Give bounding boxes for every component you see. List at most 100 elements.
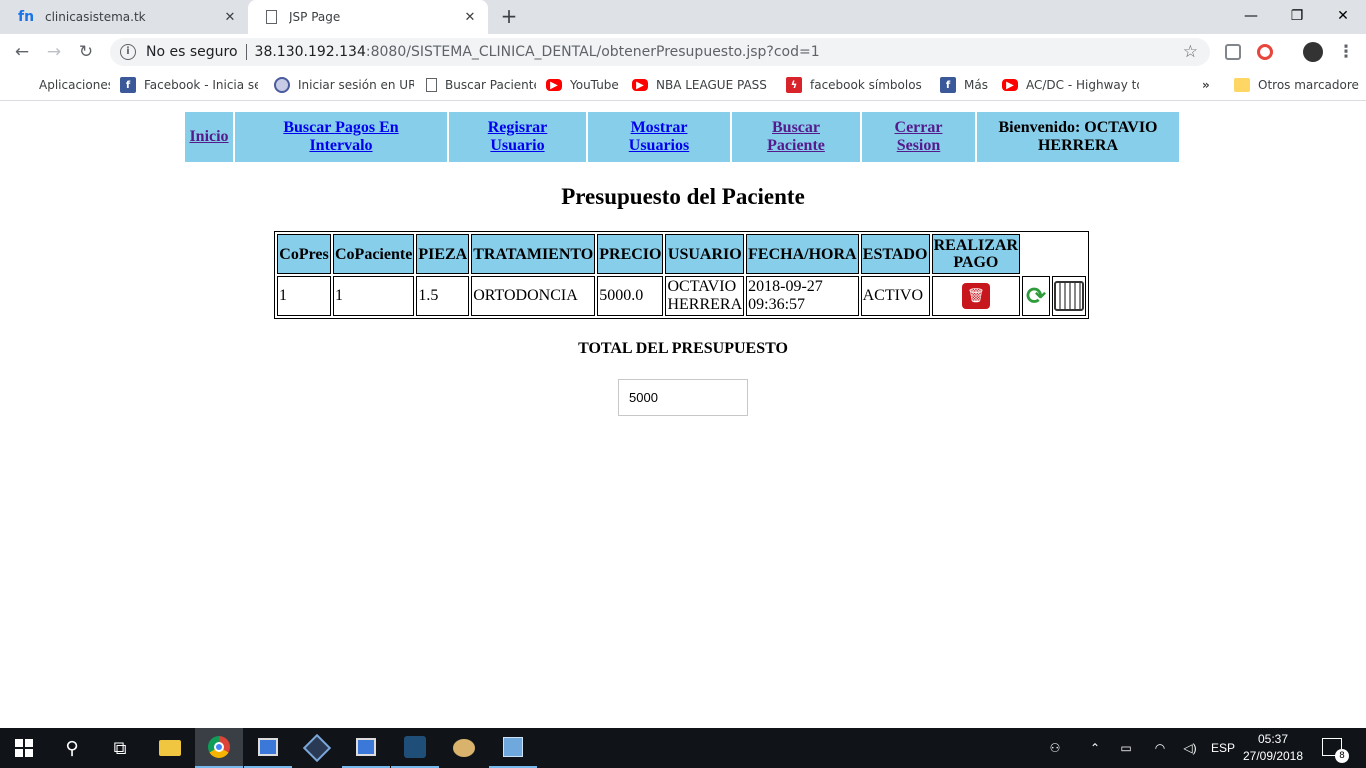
clock-time: 05:37 — [1257, 732, 1289, 746]
bookmark-label: NBA LEAGUE PASS H — [656, 78, 769, 92]
nav-link-mostrar-usuarios[interactable]: Mostrar Usuarios — [629, 119, 689, 154]
cell-print — [1052, 276, 1087, 316]
network-app-icon[interactable] — [244, 728, 292, 768]
refresh-icon[interactable]: ⟳ — [1024, 282, 1048, 310]
bookmark-label: Aplicaciones — [39, 78, 110, 92]
total-field[interactable] — [618, 379, 748, 416]
bookmark-facebook-simbolos[interactable]: ϟ facebook símbolos: e — [786, 76, 922, 94]
youtube-icon: ▶ — [632, 79, 648, 91]
taskbar: ⚲ ⧉ ⚇ ⌃ ▭ ◠ ◁) ESP 05:37 27/09/2018 8 — [0, 728, 1366, 768]
table-header-row: CoPres CoPaciente PIEZA TRATAMIENTO PREC… — [277, 234, 1087, 274]
paint-app-icon[interactable] — [440, 728, 488, 768]
info-icon[interactable]: i — [120, 44, 136, 60]
page-icon — [266, 10, 277, 24]
nav-cell: Mostrar Usuarios — [588, 112, 730, 162]
print-button[interactable] — [1054, 281, 1085, 311]
close-icon[interactable]: ✕ — [222, 9, 238, 25]
column-header-realizar-pago: REALIZAR PAGO — [931, 234, 1021, 274]
ide-app-icon[interactable] — [293, 728, 341, 768]
extension-record-icon[interactable] — [1257, 44, 1273, 60]
welcome-message: Bienvenido: OCTAVIO HERRERA — [977, 112, 1179, 162]
nav-link-inicio[interactable]: Inicio — [189, 128, 228, 145]
realizar-pago-button[interactable]: 🗑 — [934, 283, 1018, 309]
column-header: USUARIO — [665, 234, 745, 274]
start-button[interactable] — [0, 728, 48, 768]
search-icon[interactable]: ⚲ — [48, 728, 96, 768]
cell-precio: 5000.0 — [597, 276, 664, 316]
column-header: PIEZA — [416, 234, 470, 274]
back-arrow-icon[interactable]: ← — [10, 40, 34, 64]
bookmark-label: Iniciar sesión en URL — [298, 78, 414, 92]
chrome-taskbar-icon[interactable] — [195, 728, 243, 768]
column-header: ESTADO — [860, 234, 930, 274]
file-explorer-icon[interactable] — [146, 728, 194, 768]
wifi-icon[interactable]: ◠ — [1148, 728, 1172, 768]
tab-title: clinicasistema.tk — [45, 10, 146, 24]
bookmark-label: Más — [964, 78, 988, 92]
bookmark-iniciar-sesion[interactable]: Iniciar sesión en URL — [274, 76, 414, 94]
security-label[interactable]: No es seguro — [146, 44, 238, 60]
tab-clinicasistema[interactable]: fn clinicasistema.tk ✕ — [0, 0, 248, 34]
nav-link-cerrar-sesion[interactable]: Cerrar Sesion — [895, 119, 943, 154]
window-close-button[interactable]: ✕ — [1320, 0, 1366, 32]
bookmark-label: facebook símbolos: e — [810, 78, 922, 92]
address-bar[interactable]: i No es seguro 38.130.192.134:8080/SISTE… — [110, 38, 1210, 66]
main-navigation: Inicio Buscar Pagos En Intervalo Regisra… — [183, 110, 1181, 164]
clock[interactable]: 05:37 27/09/2018 — [1237, 731, 1309, 765]
extension-icon[interactable] — [1225, 44, 1241, 60]
nav-cell: Inicio — [185, 112, 233, 162]
column-header: CoPres — [277, 234, 331, 274]
forward-arrow-icon[interactable]: → — [42, 40, 66, 64]
bookmark-youtube[interactable]: ▶ YouTube — [546, 76, 621, 94]
bookmark-acdc[interactable]: ▶ AC/DC - Highway to — [1002, 76, 1139, 94]
language-indicator[interactable]: ESP — [1208, 728, 1238, 768]
browser-toolbar: ← → ↻ i No es seguro 38.130.192.134:8080… — [0, 34, 1366, 70]
close-icon[interactable]: ✕ — [462, 9, 478, 25]
blank-header — [1022, 234, 1087, 274]
people-icon[interactable]: ⚇ — [1042, 728, 1068, 768]
restore-button[interactable]: ❐ — [1274, 0, 1320, 32]
bookmark-mas[interactable]: f Más — [940, 76, 990, 94]
bookmark-buscar-paciente[interactable]: Buscar Paciente — [426, 76, 536, 94]
task-view-icon[interactable]: ⧉ — [96, 728, 144, 768]
bookmarks-overflow-button[interactable]: » — [1202, 76, 1216, 94]
welcome-user: HERRERA — [1037, 137, 1118, 154]
column-header: PRECIO — [597, 234, 664, 274]
welcome-line: Bienvenido: OCTAVIO — [998, 119, 1158, 136]
browser-tab-strip: fn clinicasistema.tk ✕ JSP Page ✕ + — ❐ … — [0, 0, 1366, 34]
other-bookmarks[interactable]: Otros marcadores — [1234, 76, 1359, 94]
nav-cell: Regisrar Usuario — [449, 112, 586, 162]
url-path[interactable]: :8080/SISTEMA_CLINICA_DENTAL/obtenerPres… — [366, 44, 820, 60]
chrome-icon — [208, 736, 230, 758]
nav-link-buscar-paciente[interactable]: Buscar Paciente — [767, 119, 825, 154]
chevron-up-icon[interactable]: ⌃ — [1084, 728, 1106, 768]
youtube-icon: ▶ — [546, 79, 562, 91]
fn-logo-icon: fn — [18, 9, 35, 25]
volume-icon[interactable]: ◁) — [1178, 728, 1202, 768]
nav-link-registrar-usuario[interactable]: Regisrar Usuario — [488, 119, 548, 154]
url-host[interactable]: 38.130.192.134 — [255, 44, 366, 60]
bookmark-star-icon[interactable]: ☆ — [1183, 42, 1198, 62]
mysql-workbench-icon[interactable] — [391, 728, 439, 768]
reload-icon[interactable]: ↻ — [74, 40, 98, 64]
trash-icon[interactable]: 🗑 — [961, 283, 990, 309]
new-tab-button[interactable]: + — [498, 5, 520, 27]
refresh-button[interactable]: ⟳ — [1024, 282, 1048, 310]
apps-grid-icon — [15, 77, 31, 93]
avatar[interactable] — [1303, 42, 1323, 62]
header-line: REALIZAR — [933, 237, 1019, 254]
battery-icon[interactable]: ▭ — [1114, 728, 1138, 768]
clock-date: 27/09/2018 — [1242, 749, 1304, 763]
bookmark-nba[interactable]: ▶ NBA LEAGUE PASS H — [632, 76, 769, 94]
menu-dots-icon[interactable]: ⋮ — [1334, 40, 1358, 64]
column-header: CoPaciente — [333, 234, 415, 274]
nav-link-buscar-pagos[interactable]: Buscar Pagos En Intervalo — [283, 119, 398, 154]
tab-jsp-page[interactable]: JSP Page ✕ — [248, 0, 488, 34]
bookmark-apps[interactable]: Aplicaciones — [15, 76, 110, 94]
printer-icon[interactable] — [1054, 281, 1085, 311]
cell-estado: ACTIVO — [860, 276, 930, 316]
bookmark-facebook[interactable]: f Facebook - Inicia sesi — [120, 76, 258, 94]
virtualbox-icon[interactable] — [489, 728, 537, 768]
minimize-button[interactable]: — — [1228, 0, 1274, 32]
network-app-icon[interactable] — [342, 728, 390, 768]
